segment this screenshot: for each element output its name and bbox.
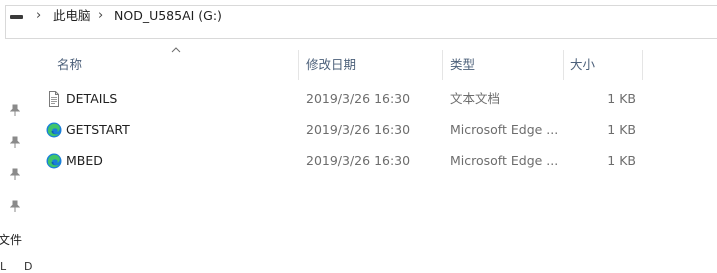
sort-ascending-icon [171,47,181,53]
file-name: GETSTART [66,122,130,137]
column-header-name[interactable]: 名称 [57,50,82,80]
file-date: 2019/3/26 16:30 [306,122,411,137]
file-row[interactable]: MBED 2019/3/26 16:30 Microsoft Edge ... … [40,147,652,175]
chevron-right-icon[interactable]: › [36,8,41,24]
file-name: MBED [66,153,103,168]
microsoft-edge-icon [46,153,62,169]
file-size: 1 KB [607,122,636,137]
file-date: 2019/3/26 16:30 [306,153,411,168]
pin-icon[interactable] [10,104,20,116]
file-type: Microsoft Edge ... [450,153,559,168]
column-header-type[interactable]: 类型 [450,50,475,80]
breadcrumb-this-pc[interactable]: 此电脑 [53,8,91,24]
microsoft-edge-icon [46,122,62,138]
drive-icon [10,15,23,19]
nav-item-cut-label: L [0,260,7,273]
address-bar[interactable] [5,5,717,39]
file-name: DETAILS [66,91,118,106]
chevron-right-icon[interactable]: › [98,8,103,24]
column-header-size[interactable]: 大小 [570,50,595,80]
file-row[interactable]: GETSTART 2019/3/26 16:30 Microsoft Edge … [40,116,652,144]
file-type: Microsoft Edge ... [450,122,559,137]
file-type: 文本文档 [450,91,501,106]
column-divider[interactable] [442,50,443,80]
file-size: 1 KB [607,153,636,168]
nav-item-cut-label: D [24,260,33,273]
pin-icon[interactable] [10,136,20,148]
pin-icon[interactable] [10,168,20,180]
file-date: 2019/3/26 16:30 [306,91,411,106]
breadcrumb-drive[interactable]: NOD_U585AI (G:) [114,8,222,24]
file-size: 1 KB [607,91,636,106]
column-header-date[interactable]: 修改日期 [306,50,356,80]
column-divider[interactable] [298,50,299,80]
pin-icon[interactable] [10,200,20,212]
text-document-icon [49,91,59,107]
nav-item-label[interactable]: 文件 [0,231,22,248]
column-divider[interactable] [563,50,564,80]
column-divider[interactable] [642,50,643,80]
file-row[interactable]: DETAILS 2019/3/26 16:30 文本文档 1 KB [40,85,652,113]
